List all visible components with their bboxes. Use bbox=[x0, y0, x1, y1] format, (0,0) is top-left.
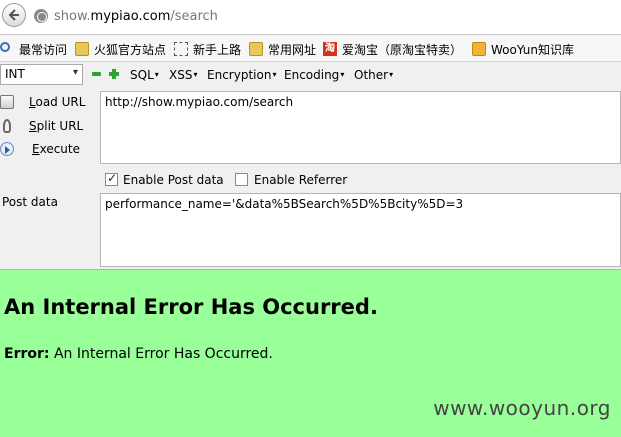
menu-label: XSS bbox=[169, 68, 193, 82]
bookmark-label: 火狐官方站点 bbox=[94, 43, 167, 57]
bookmarks-toolbar: 最常访问 火狐官方站点 新手上路 常用网址 淘 爱淘宝（原淘宝特卖） WooYu… bbox=[0, 36, 621, 62]
decrease-icon[interactable] bbox=[92, 72, 101, 76]
url-prefix: show. bbox=[54, 9, 91, 24]
menu-other[interactable]: Other▾ bbox=[354, 68, 393, 82]
chevron-down-icon: ▾ bbox=[72, 67, 78, 78]
menu-xss[interactable]: XSS▾ bbox=[169, 68, 197, 82]
menu-sql[interactable]: SQL▾ bbox=[130, 68, 159, 82]
bookmark-label: 爱淘宝（原淘宝特卖） bbox=[342, 43, 463, 57]
split-url-label: Split URL bbox=[29, 119, 84, 133]
rss-icon bbox=[472, 42, 486, 56]
globe-icon bbox=[34, 9, 48, 23]
back-arrow-icon bbox=[8, 9, 19, 21]
menu-label: SQL bbox=[130, 68, 154, 82]
caret-down-icon: ▾ bbox=[340, 70, 345, 79]
error-message: Error: An Internal Error Has Occurred. bbox=[4, 346, 273, 362]
scissors-icon bbox=[3, 119, 11, 133]
increase-icon[interactable] bbox=[109, 69, 119, 79]
enable-referrer-label: Enable Referrer bbox=[254, 173, 348, 187]
page-content: An Internal Error Has Occurred. Error: A… bbox=[0, 269, 621, 437]
address-bar-row: show.mypiao.com/search bbox=[0, 0, 621, 35]
caret-down-icon: ▾ bbox=[272, 70, 277, 79]
page-icon bbox=[174, 42, 188, 56]
bookmark-label: 常用网址 bbox=[268, 43, 317, 57]
execute-label: Execute bbox=[32, 142, 80, 156]
caret-down-icon: ▾ bbox=[389, 70, 394, 79]
enable-referrer-checkbox[interactable] bbox=[235, 173, 248, 186]
menu-label: Encoding bbox=[284, 68, 340, 82]
error-label: Error: bbox=[4, 346, 50, 362]
menu-encryption[interactable]: Encryption▾ bbox=[207, 68, 276, 82]
type-select[interactable]: INT ▾ bbox=[0, 64, 83, 85]
url-domain: mypiao.com bbox=[90, 9, 171, 24]
caret-down-icon: ▾ bbox=[154, 70, 159, 79]
hackbar-toolbar: INT ▾ SQL▾ XSS▾ Encryption▾ Encoding▾ Ot… bbox=[0, 63, 621, 87]
menu-label: Encryption bbox=[207, 68, 272, 82]
load-icon bbox=[0, 95, 14, 109]
menu-label: Other bbox=[354, 68, 389, 82]
enable-post-label: Enable Post data bbox=[123, 173, 224, 187]
url-textarea[interactable]: http://show.mypiao.com/search bbox=[100, 91, 621, 164]
post-data-label: Post data bbox=[2, 195, 58, 209]
bookmark-label: WooYun知识库 bbox=[491, 43, 575, 57]
watermark: www.wooyun.org bbox=[433, 396, 611, 420]
play-icon bbox=[0, 142, 14, 156]
bookmark-label: 新手上路 bbox=[193, 43, 242, 57]
type-select-value: INT bbox=[5, 67, 25, 81]
menu-encoding[interactable]: Encoding▾ bbox=[284, 68, 344, 82]
address-input[interactable]: show.mypiao.com/search bbox=[54, 9, 218, 24]
folder-icon bbox=[75, 42, 89, 56]
back-button[interactable] bbox=[2, 3, 26, 27]
post-data-textarea[interactable]: performance_name='&data%5BSearch%5D%5Bci… bbox=[100, 193, 621, 267]
taobao-icon: 淘 bbox=[323, 42, 337, 56]
url-path: /search bbox=[170, 9, 218, 24]
load-url-label: Load URL bbox=[29, 95, 86, 109]
error-text: An Internal Error Has Occurred. bbox=[53, 346, 273, 362]
enable-post-checkbox[interactable] bbox=[105, 171, 118, 186]
error-heading: An Internal Error Has Occurred. bbox=[4, 295, 378, 319]
folder-icon bbox=[249, 42, 263, 56]
bookmark-label: 最常访问 bbox=[19, 43, 68, 57]
search-icon bbox=[0, 42, 10, 52]
caret-down-icon: ▾ bbox=[193, 70, 198, 79]
